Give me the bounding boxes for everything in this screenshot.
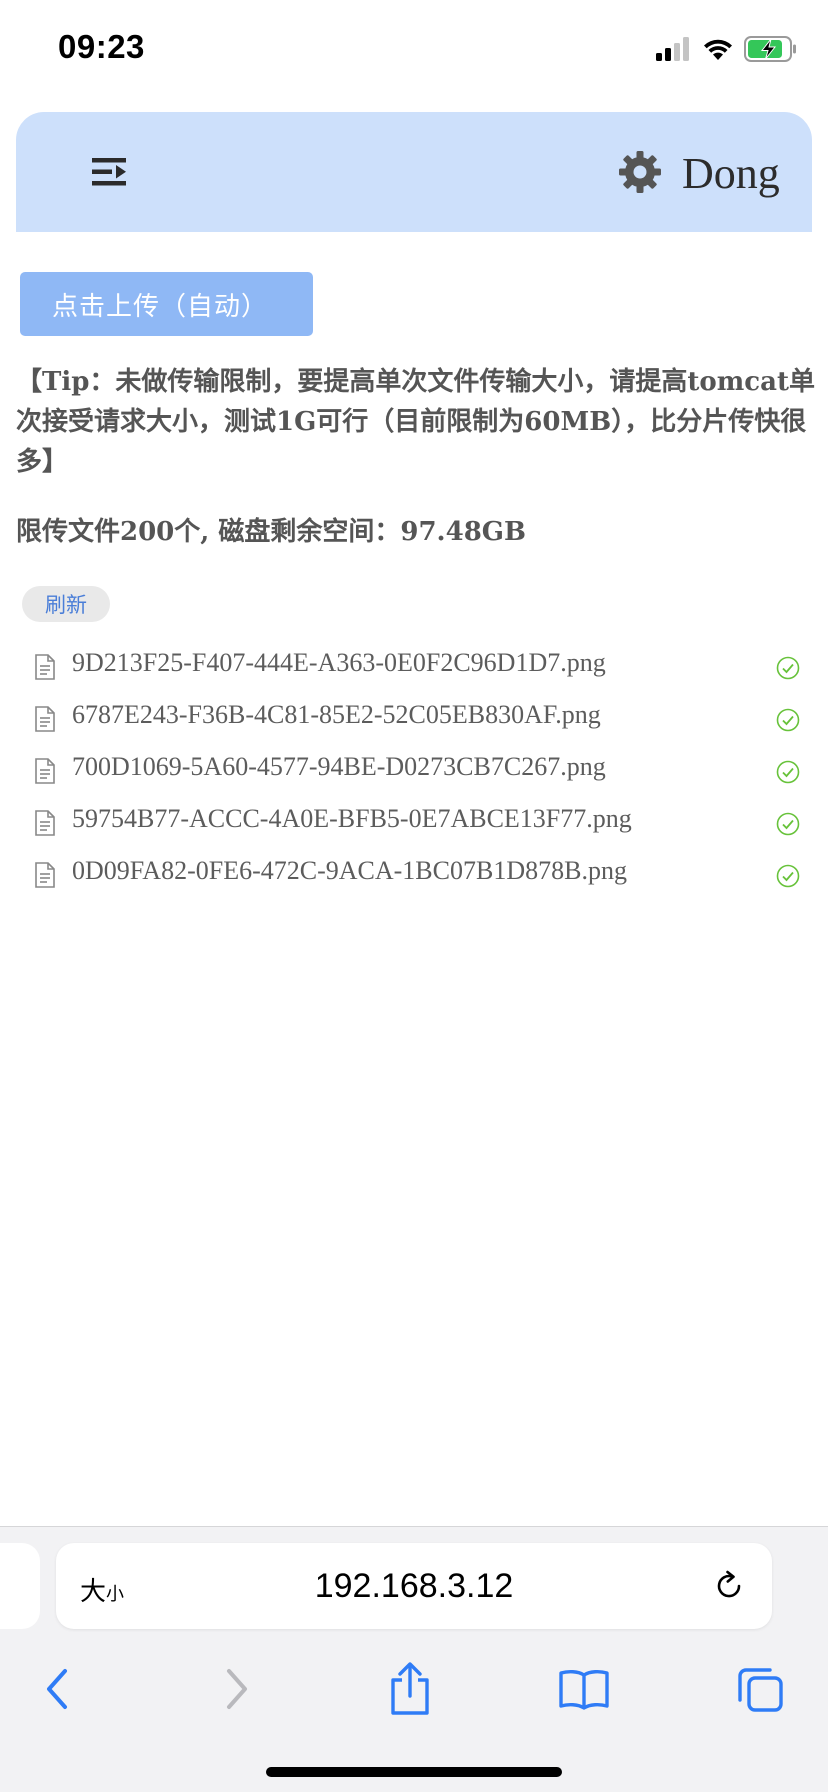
- tabs-button[interactable]: [730, 1659, 790, 1719]
- document-icon: [35, 654, 55, 680]
- back-button[interactable]: [28, 1659, 88, 1719]
- file-name[interactable]: 0D09FA82-0FE6-472C-9ACA-1BC07B1D878B.png: [72, 856, 627, 886]
- upload-button[interactable]: 点击上传（自动）: [20, 272, 313, 336]
- check-circle-icon: [776, 812, 800, 836]
- document-icon: [35, 862, 55, 888]
- document-icon: [35, 706, 55, 732]
- forward-button[interactable]: [206, 1659, 266, 1719]
- share-button[interactable]: [380, 1659, 440, 1719]
- status-bar: 09:23: [0, 0, 828, 100]
- file-list-item[interactable]: 700D1069-5A60-4577-94BE-D0273CB7C267.png: [0, 744, 828, 796]
- chevron-left-icon: [47, 1669, 67, 1709]
- status-icons: [656, 34, 798, 64]
- check-circle-icon: [776, 708, 800, 732]
- user-name[interactable]: Dong: [682, 148, 780, 199]
- file-name[interactable]: 6787E243-F36B-4C81-85E2-52C05EB830AF.png: [72, 700, 601, 730]
- file-name[interactable]: 700D1069-5A60-4577-94BE-D0273CB7C267.png: [72, 752, 606, 782]
- tip-text: 【Tip：未做传输限制，要提高单次文件传输大小，请提高tomcat单次接受请求大…: [16, 367, 815, 477]
- menu-fold-button[interactable]: [90, 154, 130, 190]
- home-indicator: [266, 1767, 562, 1777]
- browser-chrome: 大小 192.168.3.12: [0, 1526, 828, 1792]
- document-icon: [35, 758, 55, 784]
- check-circle-icon: [776, 864, 800, 888]
- file-list-item[interactable]: 9D213F25-F407-444E-A363-0E0F2C96D1D7.png: [0, 640, 828, 692]
- cellular-signal-icon: [656, 37, 689, 61]
- status-time: 09:23: [58, 28, 145, 65]
- browser-toolbar: [0, 1655, 828, 1735]
- file-list-item[interactable]: 6787E243-F36B-4C81-85E2-52C05EB830AF.png: [0, 692, 828, 744]
- url-text[interactable]: 192.168.3.12: [56, 1567, 772, 1606]
- file-name[interactable]: 9D213F25-F407-444E-A363-0E0F2C96D1D7.png: [72, 648, 606, 678]
- bookmarks-button[interactable]: [554, 1659, 614, 1719]
- refresh-button[interactable]: 刷新: [22, 586, 110, 622]
- reload-icon[interactable]: [712, 1569, 746, 1603]
- disk-limit-text: 限传文件200个, 磁盘剩余空间：97.48GB: [16, 517, 526, 547]
- menu-fold-icon: [92, 158, 126, 186]
- check-circle-icon: [776, 656, 800, 680]
- file-list-item[interactable]: 59754B77-ACCC-4A0E-BFB5-0E7ABCE13F77.png: [0, 796, 828, 848]
- chevron-right-icon: [227, 1669, 247, 1709]
- battery-charging-icon: [744, 36, 796, 62]
- gear-icon[interactable]: [618, 150, 662, 194]
- book-icon: [559, 1669, 609, 1710]
- wifi-icon: [704, 39, 732, 60]
- app-header: Dong: [16, 112, 812, 232]
- file-list: 9D213F25-F407-444E-A363-0E0F2C96D1D7.png…: [0, 640, 828, 900]
- file-name[interactable]: 59754B77-ACCC-4A0E-BFB5-0E7ABCE13F77.png: [72, 804, 632, 834]
- document-icon: [35, 810, 55, 836]
- share-icon: [391, 1662, 429, 1715]
- tabs-icon: [738, 1668, 783, 1712]
- check-circle-icon: [776, 760, 800, 784]
- previous-tab-card[interactable]: [0, 1543, 40, 1629]
- file-list-item[interactable]: 0D09FA82-0FE6-472C-9ACA-1BC07B1D878B.png: [0, 848, 828, 900]
- address-bar[interactable]: 大小 192.168.3.12: [56, 1543, 772, 1629]
